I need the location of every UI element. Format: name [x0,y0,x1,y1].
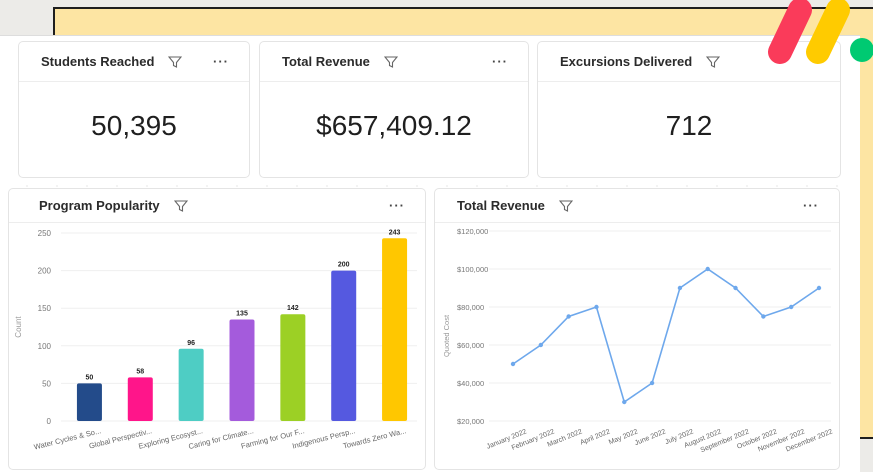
kpi-card-students[interactable]: Students Reached ··· 50,395 [18,41,250,178]
card-header: Students Reached ··· [19,42,249,82]
bar-chart: 050100150200250Count50Water Cycles & So.… [14,229,417,452]
monday-logo [768,0,873,64]
data-point [788,304,794,310]
y-tick-label: 150 [38,304,52,313]
dashboard: Students Reached ··· 50,395 Total Revenu… [0,35,860,472]
bar [382,238,408,421]
logo-red-stroke [768,0,812,64]
card-header: Total Revenue ··· [260,42,528,82]
data-label: 58 [136,368,144,375]
data-point [566,314,571,319]
kpi-card-revenue[interactable]: Total Revenue ··· $657,409.12 [259,41,529,178]
line-chart: $20,000 $40,000 $60,000 $80,000 $100,000 $120… [442,227,834,454]
logo-green-dot [850,38,873,62]
chart-card-total-revenue[interactable]: Total Revenue ··· $20,000 $40,000 $60,000 $… [434,188,840,470]
y-tick-label: $120,000 [457,227,488,236]
kpi-value: 712 [665,110,713,141]
bar [178,348,204,421]
card-title: Total Revenue [457,198,545,213]
y-axis-label: Count [14,316,23,338]
data-label: 142 [287,305,299,312]
bar [331,270,357,421]
x-tick-label: June 2022 [634,428,667,447]
filter-icon[interactable] [168,55,183,69]
y-tick-label: $80,000 [457,303,484,312]
data-point [761,314,766,319]
filter-icon[interactable] [558,199,574,213]
card-header: Total Revenue ··· [435,189,839,223]
data-label: 243 [389,229,401,236]
filter-icon[interactable] [383,55,399,69]
logo-yellow-stroke [806,0,850,64]
data-point [594,304,599,310]
kpi-value: $657,409.12 [316,110,472,141]
y-tick-label: 100 [38,342,52,351]
y-tick-label: $40,000 [457,379,484,388]
y-tick-label: 250 [38,229,52,238]
more-options-icon[interactable]: ··· [389,198,405,213]
data-point [705,266,710,272]
data-label: 96 [187,340,195,347]
series-line [512,268,820,404]
data-point [677,285,683,291]
data-point [816,285,822,291]
data-point [538,342,544,348]
card-title: Students Reached [41,54,155,69]
data-point [622,399,627,405]
card-header: Program Popularity ··· [9,189,425,223]
y-tick-label: $100,000 [457,265,488,274]
more-options-icon[interactable]: ··· [492,54,508,69]
data-point [510,361,516,367]
bar [127,377,153,421]
y-axis-label: Quoted Cost [442,314,451,357]
data-label: 200 [338,262,350,269]
card-title: Total Revenue [282,54,370,69]
y-tick-label: 50 [42,379,51,388]
bar [229,319,255,421]
card-title: Excursions Delivered [560,54,693,69]
card-title: Program Popularity [39,198,160,213]
data-point [649,380,655,386]
data-point [733,285,738,291]
filter-icon[interactable] [173,199,188,213]
y-tick-label: 0 [47,417,52,426]
x-tick-label: April 2022 [579,428,611,446]
data-label: 50 [86,374,94,381]
y-tick-label: $20,000 [457,417,484,426]
y-tick-label: $60,000 [457,341,484,350]
data-label: 135 [236,310,248,317]
filter-icon[interactable] [706,55,721,69]
kpi-value: 50,395 [91,110,177,141]
y-tick-label: 200 [38,267,52,276]
bar [280,314,306,421]
more-options-icon[interactable]: ··· [213,54,229,69]
more-options-icon[interactable]: ··· [803,198,819,213]
bar [76,383,102,421]
chart-card-program-popularity[interactable]: Program Popularity ··· 0 50 100 150 200 250 Co… [8,188,426,470]
